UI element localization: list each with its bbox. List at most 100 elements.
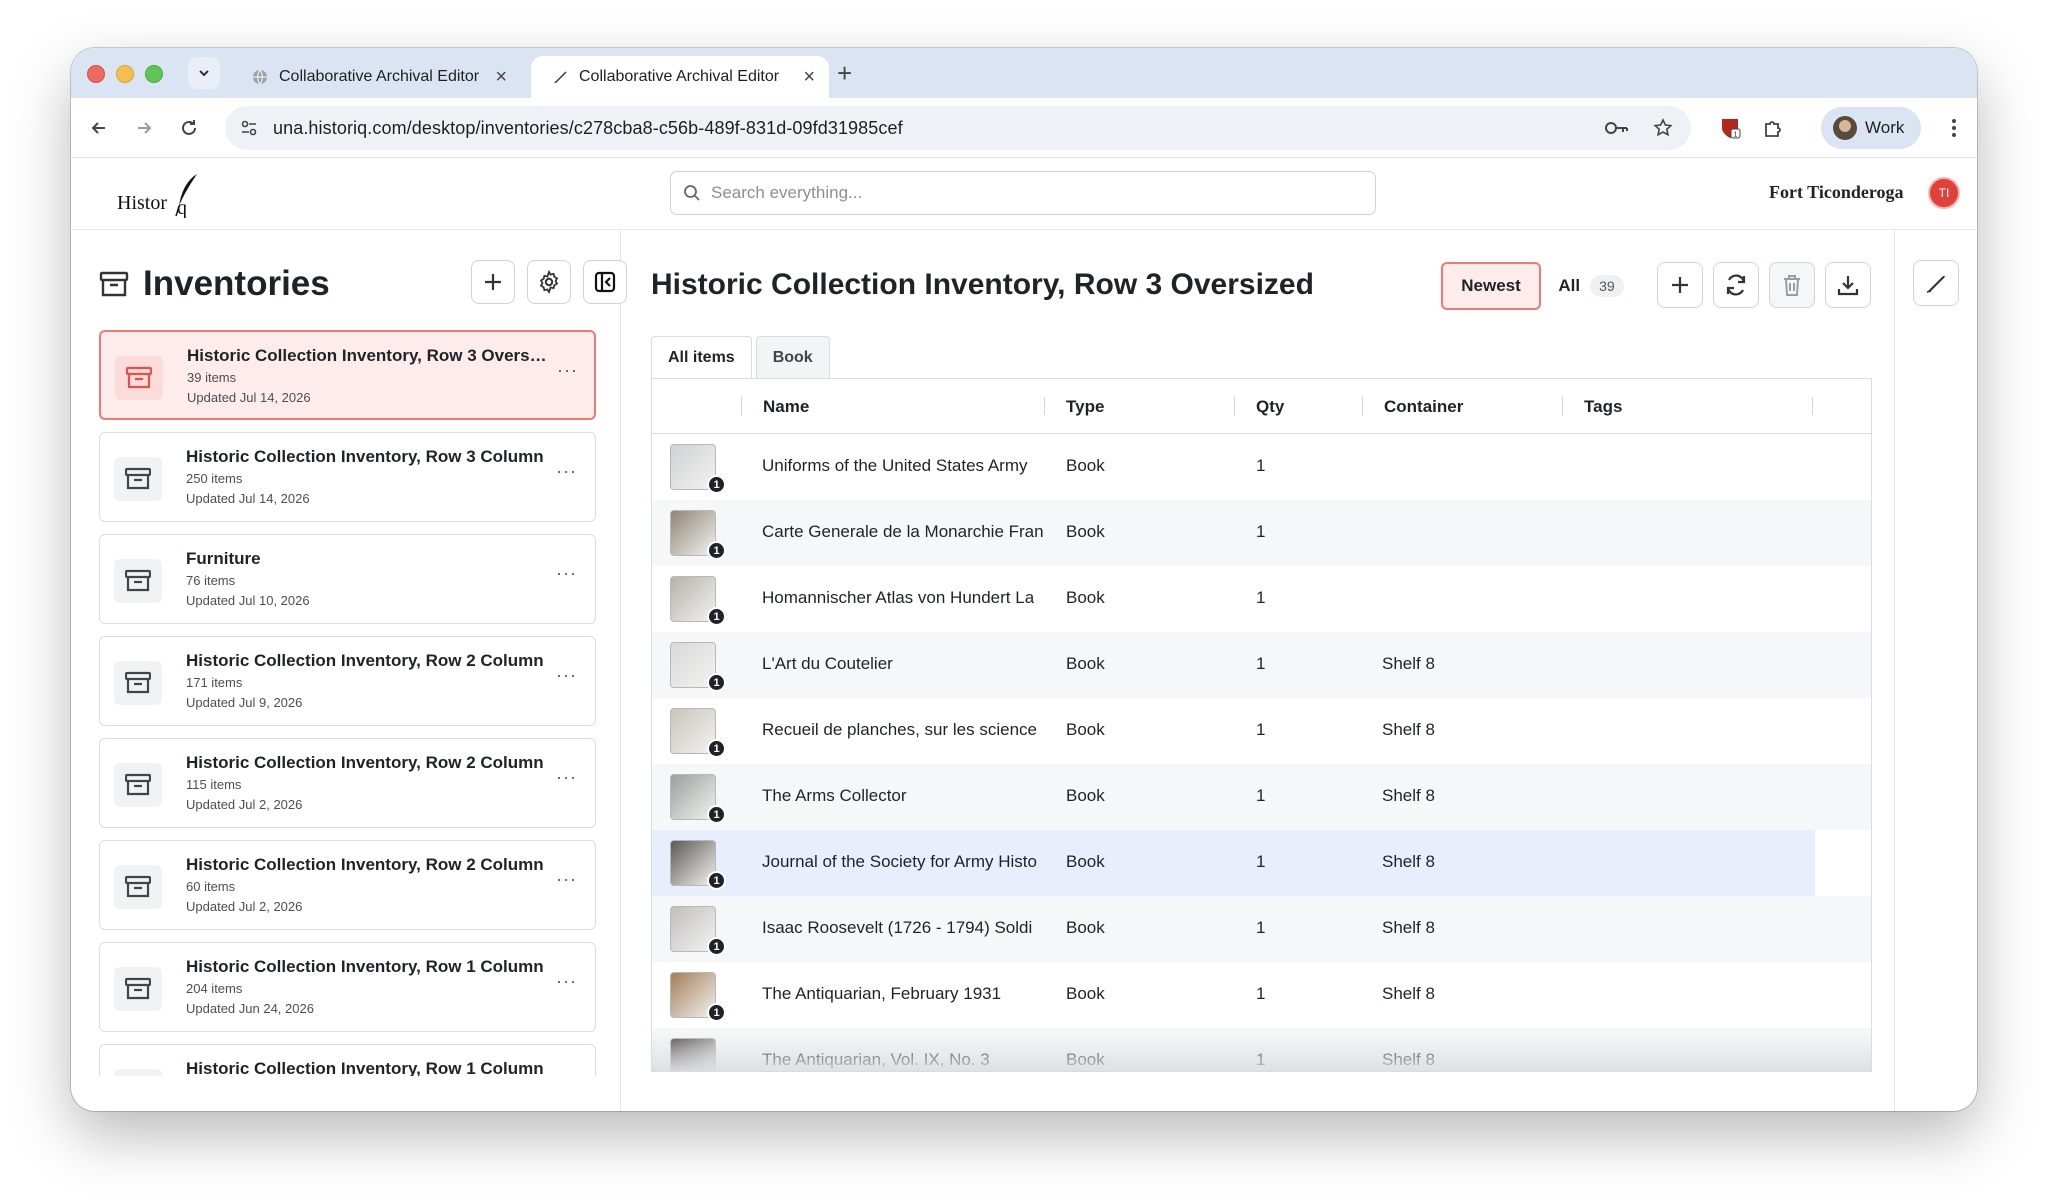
more-options-icon[interactable]: ··· xyxy=(556,665,577,686)
global-search[interactable] xyxy=(670,171,1376,215)
tab-strip: Collaborative Archival Editor × Collabor… xyxy=(71,48,1977,98)
table-row[interactable]: 1 Journal of the Society for Army Histo Bo… xyxy=(652,830,1815,896)
inventory-card[interactable]: Historic Collection Inventory, Row 3 Ove… xyxy=(99,330,596,420)
inventory-card[interactable]: Historic Collection Inventory, Row 2 Col… xyxy=(99,738,596,828)
column-divider[interactable] xyxy=(1562,397,1563,415)
column-header-tags[interactable]: Tags xyxy=(1584,397,1622,417)
inventory-title: Historic Collection Inventory, Row 2 Col… xyxy=(186,855,544,874)
svg-text:1: 1 xyxy=(1734,132,1738,139)
table-row[interactable]: 1 Homannischer Atlas von Hundert La Book 1 xyxy=(652,566,1871,632)
archive-box-icon xyxy=(114,559,162,603)
delete-button[interactable] xyxy=(1769,262,1815,308)
archive-box-icon xyxy=(114,967,162,1011)
quill-icon xyxy=(551,68,569,86)
inventory-card[interactable]: Historic Collection Inventory, Row 2 Col… xyxy=(99,840,596,930)
browser-menu-icon[interactable] xyxy=(1942,116,1966,140)
inventory-title: Historic Collection Inventory, Row 1 Col… xyxy=(186,957,544,976)
column-header-container[interactable]: Container xyxy=(1384,397,1463,417)
organization-avatar[interactable]: TI xyxy=(1928,177,1960,209)
arrow-right-icon xyxy=(138,122,152,134)
column-header-type[interactable]: Type xyxy=(1066,397,1104,417)
column-divider[interactable] xyxy=(1812,397,1813,415)
table-row[interactable]: 1 The Antiquarian, February 1931 Book 1 Shel… xyxy=(652,962,1871,1028)
cell-type: Book xyxy=(1066,522,1105,541)
profile-button[interactable]: Work xyxy=(1821,107,1921,149)
table-row[interactable]: 1 Isaac Roosevelt (1726 - 1794) Soldi Book… xyxy=(652,896,1871,962)
tab-all-items[interactable]: All items xyxy=(651,336,752,378)
cell-qty: 1 xyxy=(1256,984,1266,1003)
inventory-title: Furniture xyxy=(186,549,261,568)
new-tab-button[interactable]: + xyxy=(837,60,852,86)
app-header: Histor q Fort Ticonderoga TI xyxy=(71,158,1977,230)
historiq-logo[interactable]: Histor q xyxy=(117,172,197,218)
archive-box-icon xyxy=(114,763,162,807)
inventory-card[interactable]: Historic Collection Inventory, Row 3 Col… xyxy=(99,432,596,522)
column-header-qty[interactable]: Qty xyxy=(1256,397,1284,417)
refresh-button[interactable] xyxy=(1713,262,1759,308)
add-inventory-button[interactable] xyxy=(471,260,515,304)
items-table: Name Type Qty Container Tags 1 Uniforms o… xyxy=(651,378,1872,1072)
trash-icon xyxy=(1784,275,1800,296)
search-input[interactable] xyxy=(711,183,1351,203)
inventory-card[interactable]: Furniture 76 items Updated Jul 10, 2026 … xyxy=(99,534,596,624)
cell-container: Shelf 8 xyxy=(1382,852,1435,871)
inventory-card[interactable]: Historic Collection Inventory, Row 1 Col… xyxy=(99,942,596,1032)
site-settings-icon[interactable] xyxy=(237,116,261,140)
browser-tab-1[interactable]: Collaborative Archival Editor × xyxy=(231,56,521,98)
more-options-icon[interactable]: ··· xyxy=(556,869,577,890)
inventory-list: Historic Collection Inventory, Row 3 Ove… xyxy=(99,330,596,1076)
more-options-icon[interactable]: ··· xyxy=(556,563,577,584)
address-bar[interactable]: una.historiq.com/desktop/inventories/c27… xyxy=(225,106,1691,150)
archive-box-icon xyxy=(115,356,163,400)
image-count-badge: 1 xyxy=(707,805,726,824)
all-filter-button[interactable]: All 39 xyxy=(1541,262,1641,310)
archive-box-icon xyxy=(114,457,162,501)
star-icon[interactable] xyxy=(1651,116,1675,140)
more-options-icon[interactable]: ··· xyxy=(556,461,577,482)
cell-name: Isaac Roosevelt (1726 - 1794) Soldi xyxy=(762,918,1033,937)
quill-tool-button[interactable] xyxy=(1913,260,1959,306)
table-row[interactable]: 1 The Arms Collector Book 1 Shelf 8 xyxy=(652,764,1871,830)
shield-extension-icon[interactable]: 1 xyxy=(1718,116,1742,140)
column-divider[interactable] xyxy=(1234,397,1235,415)
more-options-icon[interactable]: ··· xyxy=(557,360,578,381)
forward-button[interactable] xyxy=(130,114,158,142)
column-divider[interactable] xyxy=(1044,397,1045,415)
table-row[interactable]: 1 Uniforms of the United States Army Book 1 xyxy=(652,434,1871,500)
close-tab-icon[interactable]: × xyxy=(495,66,507,89)
browser-tab-2[interactable]: Collaborative Archival Editor × xyxy=(531,56,829,98)
minimize-window-button[interactable] xyxy=(116,65,134,83)
column-divider[interactable] xyxy=(741,397,742,415)
column-header-name[interactable]: Name xyxy=(763,397,809,417)
chevron-down-icon xyxy=(199,70,209,77)
item-tabs: All items Book xyxy=(651,336,830,378)
inventories-sidebar: Inventories Historic Collection Inventor… xyxy=(71,230,627,1111)
tab-book[interactable]: Book xyxy=(755,336,830,378)
plus-icon xyxy=(485,274,501,290)
inventory-settings-button[interactable] xyxy=(527,260,571,304)
back-button[interactable] xyxy=(85,114,113,142)
add-item-button[interactable] xyxy=(1657,262,1703,308)
download-button[interactable] xyxy=(1825,262,1871,308)
puzzle-icon[interactable] xyxy=(1761,116,1785,140)
more-options-icon[interactable]: ··· xyxy=(556,971,577,992)
svg-text:q: q xyxy=(177,197,187,218)
tab-search-button[interactable] xyxy=(188,57,220,89)
cell-type: Book xyxy=(1066,588,1105,607)
table-row[interactable]: 1 L'Art du Coutelier Book 1 Shelf 8 xyxy=(652,632,1871,698)
inventory-card[interactable]: Historic Collection Inventory, Row 2 Col… xyxy=(99,636,596,726)
maximize-window-button[interactable] xyxy=(145,65,163,83)
column-divider[interactable] xyxy=(1362,397,1363,415)
inventory-updated: Updated Jul 9, 2026 xyxy=(186,695,303,710)
cell-name: Recueil de planches, sur les science xyxy=(762,720,1037,739)
key-icon[interactable] xyxy=(1605,116,1629,140)
close-tab-icon[interactable]: × xyxy=(803,66,815,89)
table-row[interactable]: 1 Recueil de planches, sur les science Boo… xyxy=(652,698,1871,764)
close-window-button[interactable] xyxy=(87,65,105,83)
cell-qty: 1 xyxy=(1256,786,1266,805)
more-options-icon[interactable]: ··· xyxy=(556,767,577,788)
newest-filter-button[interactable]: Newest xyxy=(1441,262,1541,310)
reload-button[interactable] xyxy=(175,114,203,142)
table-row[interactable]: 1 Carte Generale de la Monarchie Fran Book… xyxy=(652,500,1871,566)
inventory-card[interactable]: Historic Collection Inventory, Row 1 Col… xyxy=(99,1044,596,1076)
